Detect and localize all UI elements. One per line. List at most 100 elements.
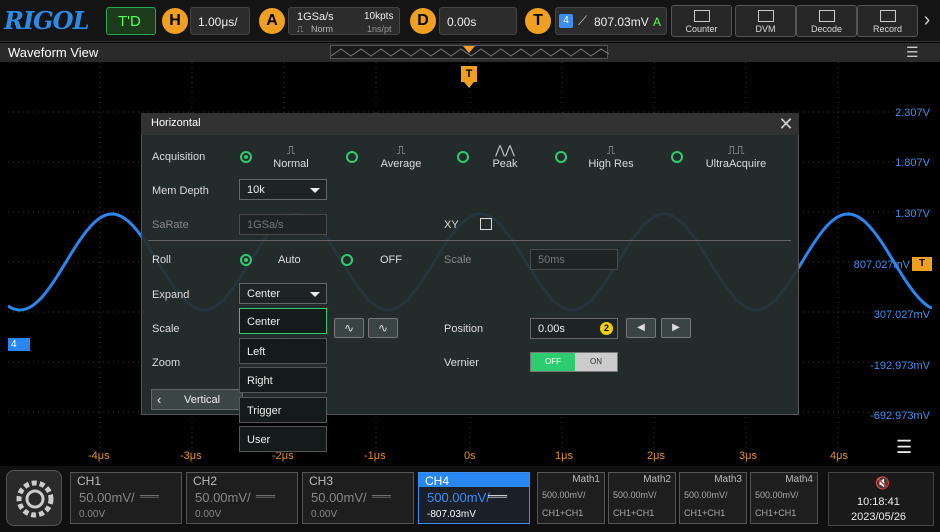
dialog-divider xyxy=(148,240,791,241)
y-axis-label: -192.973mV xyxy=(870,360,930,372)
acquisition-label: Acquisition xyxy=(152,151,206,163)
ultraacquire-icon: ⎍⎍ xyxy=(727,143,745,157)
clock-date: 2023/05/26 xyxy=(851,511,907,523)
y-axis-label: 1.807V xyxy=(895,157,930,169)
decode-button[interactable]: Decode xyxy=(796,5,857,37)
acquisition-peak-label: Peak xyxy=(492,158,518,170)
coarse-scale-button[interactable]: ∿ xyxy=(334,318,364,338)
close-icon[interactable]: ✕ xyxy=(776,113,796,135)
roll-auto-radio[interactable] xyxy=(240,254,252,266)
x-axis-label: 4μs xyxy=(830,450,848,462)
peak-icon: ⋀⋀ xyxy=(495,143,515,157)
waveform-view-title: Waveform View xyxy=(8,45,99,60)
acquire-field[interactable]: 1GSa/s 10kpts ⎍ Norm 1ns/pt xyxy=(288,7,400,35)
expand-select[interactable]: Center xyxy=(239,283,327,304)
decode-icon xyxy=(819,10,835,22)
x-axis-label: -1μs xyxy=(364,450,386,462)
acquisition-highres-label: High Res xyxy=(588,158,634,170)
mem-depth-select[interactable]: 10k xyxy=(239,179,327,200)
record-icon xyxy=(880,10,896,22)
highres-icon: ⎍ xyxy=(606,143,616,157)
acquisition-ultraacquire-label: UltraAcquire xyxy=(705,158,767,170)
dialog-header xyxy=(141,113,799,135)
dialog-title: Horizontal xyxy=(151,117,201,129)
vertical-button[interactable]: ‹ Vertical xyxy=(151,389,243,410)
dc-coupling-icon: ═══ xyxy=(371,491,391,501)
trigger-level-marker[interactable]: T xyxy=(912,257,932,271)
roll-off-radio[interactable] xyxy=(341,254,353,266)
x-axis-label: -4μs xyxy=(88,450,110,462)
delay-badge[interactable]: D xyxy=(410,8,436,34)
y-axis-label: 307.027mV xyxy=(873,309,930,321)
collapse-panel-icon[interactable]: ☰ xyxy=(896,437,924,459)
trigger-badge[interactable]: T xyxy=(525,8,551,34)
math3-tile[interactable]: Math3 500.00mV/CH1+CH1 xyxy=(679,472,747,524)
vernier-toggle[interactable]: OFF ON xyxy=(530,352,618,372)
horizontal-scale-field[interactable]: 1.00μs/ xyxy=(190,7,250,35)
counter-button[interactable]: Counter xyxy=(671,5,732,37)
timebase-mode-button[interactable]: T'D xyxy=(106,7,156,35)
x-axis-label: -3μs xyxy=(180,450,202,462)
counter-icon xyxy=(694,10,710,22)
acquisition-normal-radio[interactable] xyxy=(240,151,252,163)
vernier-label: Vernier xyxy=(444,357,479,369)
position-right-button[interactable]: ▶ xyxy=(661,318,691,338)
trigger-position-pointer xyxy=(464,82,474,88)
xy-label: XY xyxy=(444,219,459,231)
chevron-down-icon xyxy=(310,188,320,193)
roll-auto-label: Auto xyxy=(278,254,301,266)
dc-coupling-icon: ═══ xyxy=(487,491,507,501)
acquisition-normal-label: Normal xyxy=(273,158,309,170)
xy-checkbox[interactable] xyxy=(480,218,492,230)
position-label: Position xyxy=(444,323,484,335)
ch1-tile[interactable]: CH1 50.00mV/ ═══ 0.00V xyxy=(70,472,182,524)
tools-next-arrow[interactable]: › xyxy=(920,5,934,37)
dc-coupling-icon: ═══ xyxy=(139,491,159,501)
delay-field[interactable]: 0.00s xyxy=(439,7,517,35)
home-button[interactable] xyxy=(6,470,62,526)
acquisition-ultraacquire-radio[interactable] xyxy=(671,151,683,163)
fine-scale-button[interactable]: ∿ xyxy=(368,318,398,338)
horizontal-badge[interactable]: H xyxy=(162,8,188,34)
record-button[interactable]: Record xyxy=(857,5,918,37)
trigger-field[interactable]: 4 ⟋ 807.03mV A xyxy=(555,7,667,35)
expand-label: Expand xyxy=(152,289,190,301)
ch4-offset-marker[interactable]: 4 xyxy=(8,338,30,351)
overview-position-marker xyxy=(463,46,475,53)
acquisition-average-radio[interactable] xyxy=(346,151,358,163)
average-icon: ⎍ xyxy=(396,143,406,157)
sarate-label: SaRate xyxy=(152,219,189,231)
trigger-position-marker[interactable]: T xyxy=(461,66,477,82)
expand-option-user[interactable]: User xyxy=(239,426,327,452)
y-axis-label: 1.307V xyxy=(895,208,930,220)
dc-coupling-icon: ═══ xyxy=(255,491,275,501)
acquisition-highres-radio[interactable] xyxy=(555,151,567,163)
roll-scale-label: Scale xyxy=(444,254,472,266)
expand-option-left[interactable]: Left xyxy=(239,338,327,364)
dvm-button[interactable]: DVM xyxy=(735,5,796,37)
math2-tile[interactable]: Math2 500.00mV/CH1+CH1 xyxy=(608,472,676,524)
expand-option-trigger[interactable]: Trigger xyxy=(239,397,327,423)
zoom-label: Zoom xyxy=(152,357,181,369)
knob-2-icon: 2 xyxy=(600,322,613,335)
x-axis-label: 2μs xyxy=(647,450,665,462)
ch4-tile[interactable]: CH4 500.00mV/ ═══ -807.03mV xyxy=(418,472,530,524)
expand-option-center[interactable]: Center xyxy=(239,308,327,334)
position-field[interactable]: 0.00s 2 xyxy=(530,318,618,339)
normal-icon: ⎍ xyxy=(286,143,296,157)
position-left-button[interactable]: ◀ xyxy=(626,318,656,338)
mute-icon[interactable]: 🔇 xyxy=(875,476,890,490)
rigol-logo: RIGOL xyxy=(4,6,89,35)
ch2-tile[interactable]: CH2 50.00mV/ ═══ 0.00V xyxy=(186,472,298,524)
ch3-tile[interactable]: CH3 50.00mV/ ═══ 0.00V xyxy=(302,472,414,524)
clock-time: 10:18:41 xyxy=(857,496,900,508)
acquisition-average-label: Average xyxy=(380,158,422,170)
expand-option-right[interactable]: Right xyxy=(239,367,327,393)
acquire-badge[interactable]: A xyxy=(259,8,285,34)
mem-depth-label: Mem Depth xyxy=(152,185,209,197)
math4-tile[interactable]: Math4 500.00mV/CH1+CH1 xyxy=(750,472,818,524)
math1-tile[interactable]: Math1 500.00mV/CH1+CH1 xyxy=(537,472,605,524)
roll-scale-field: 50ms xyxy=(530,249,618,270)
acquisition-peak-radio[interactable] xyxy=(457,151,469,163)
view-menu-icon[interactable]: ☰ xyxy=(906,44,922,60)
